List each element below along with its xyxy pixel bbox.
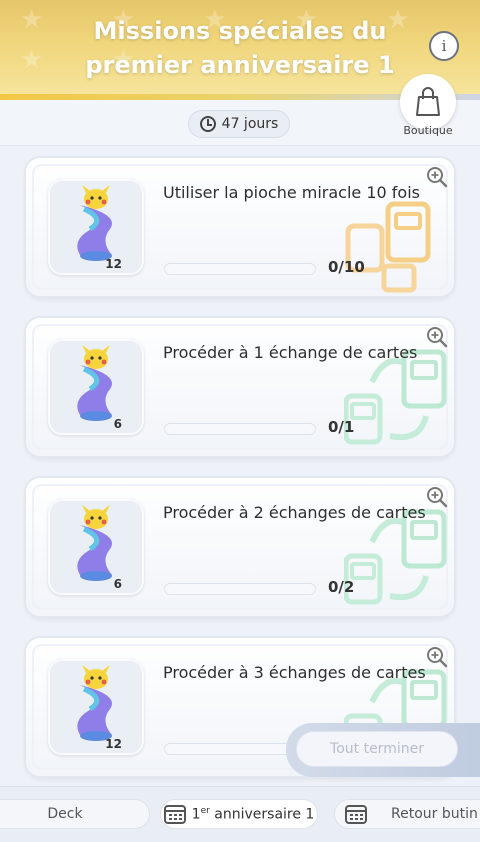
reward-item: 6	[48, 499, 144, 595]
shop-button[interactable]	[400, 74, 456, 130]
mission-description: Utiliser la pioche miracle 10 fois	[163, 183, 420, 202]
calendar-icon	[345, 805, 367, 824]
pack-hourglass-icon	[77, 345, 112, 421]
nav-loot-return-label: Retour butin	[391, 806, 478, 822]
zoom-in-icon[interactable]	[426, 166, 448, 188]
mission-description: Procéder à 1 échange de cartes	[163, 343, 418, 362]
bottom-navigation: Deck 1er anniversaire 1 Retour butin	[0, 786, 480, 842]
progress-bar	[164, 263, 316, 275]
progress-text: 0/10	[328, 258, 365, 276]
pack-hourglass-icon	[77, 185, 112, 261]
info-button[interactable]: i	[429, 31, 459, 61]
reward-item: 6	[48, 339, 144, 435]
reward-count: 6	[113, 577, 122, 591]
complete-all-button[interactable]: Tout terminer	[296, 731, 458, 767]
progress-bar	[164, 583, 316, 595]
mission-description: Procéder à 3 échanges de cartes	[163, 663, 426, 682]
mission-description: Procéder à 2 échanges de cartes	[163, 503, 426, 522]
timer-text: 47 jours	[221, 116, 279, 132]
page-title: Missions spéciales du premier anniversai…	[85, 17, 395, 79]
progress-text: 0/2	[328, 578, 355, 596]
calendar-icon	[163, 805, 186, 824]
info-icon: i	[441, 37, 447, 55]
reward-count: 12	[105, 257, 122, 271]
zoom-in-icon[interactable]	[426, 646, 448, 668]
shop-label: Boutique	[403, 124, 453, 137]
time-remaining-badge: 47 jours	[188, 110, 290, 138]
clock-icon	[199, 116, 216, 132]
progress-bar	[164, 423, 316, 435]
shopping-bag-icon	[416, 87, 440, 116]
reward-item: 12	[48, 179, 144, 275]
zoom-in-icon[interactable]	[426, 486, 448, 508]
reward-count: 12	[105, 737, 122, 751]
reward-item: 12	[48, 659, 144, 755]
nav-deck[interactable]: Deck	[0, 799, 150, 829]
pack-hourglass-icon	[77, 505, 112, 581]
nav-loot-return[interactable]: Retour butin	[334, 799, 480, 829]
pack-hourglass-icon	[77, 665, 112, 741]
reward-count: 6	[113, 417, 122, 431]
nav-deck-label: Deck	[47, 806, 83, 822]
nav-anniversary-label: 1er anniversaire 1	[191, 805, 315, 823]
mission-card[interactable]: 6 Procéder à 1 échange de cartes 0/1	[26, 318, 454, 456]
progress-text: 0/1	[328, 418, 355, 436]
nav-anniversary[interactable]: 1er anniversaire 1	[160, 799, 318, 829]
mission-card[interactable]: 12 Utiliser la pioche miracle 10 fois 0/…	[26, 158, 454, 296]
zoom-in-icon[interactable]	[426, 326, 448, 348]
mission-card[interactable]: 6 Procéder à 2 échanges de cartes 0/2	[26, 478, 454, 616]
